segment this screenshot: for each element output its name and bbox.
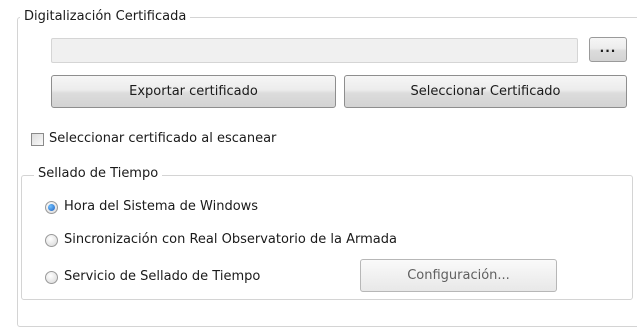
- radio-timestamp-service-label: Servicio de Sellado de Tiempo: [64, 269, 261, 284]
- scan-select-checkbox-label: Seleccionar certificado al escanear: [49, 131, 277, 146]
- radio-option-windows-time[interactable]: Hora del Sistema de Windows: [45, 199, 258, 215]
- radio-selected-dot: [48, 203, 55, 211]
- radio-observatory-sync-label: Sincronización con Real Observatorio de …: [64, 232, 397, 247]
- certificate-path-field[interactable]: [51, 38, 578, 63]
- certificate-group-title: Digitalización Certificada: [20, 9, 191, 24]
- browse-button[interactable]: ...: [589, 37, 627, 62]
- configuration-button[interactable]: Configuración...: [360, 259, 557, 292]
- radio-observatory-sync[interactable]: [45, 233, 58, 247]
- radio-timestamp-service[interactable]: [45, 270, 58, 284]
- select-certificate-button[interactable]: Seleccionar Certificado: [344, 75, 627, 108]
- timestamp-group-title: Sellado de Tiempo: [34, 166, 163, 181]
- radio-option-observatory-sync[interactable]: Sincronización con Real Observatorio de …: [45, 232, 397, 248]
- scan-select-checkbox-row[interactable]: Seleccionar certificado al escanear: [31, 131, 276, 147]
- radio-option-timestamp-service[interactable]: Servicio de Sellado de Tiempo: [45, 269, 260, 285]
- scan-select-checkbox[interactable]: [31, 132, 44, 146]
- radio-windows-time-label: Hora del Sistema de Windows: [64, 199, 259, 214]
- export-certificate-button[interactable]: Exportar certificado: [51, 75, 336, 108]
- radio-windows-time[interactable]: [45, 200, 58, 214]
